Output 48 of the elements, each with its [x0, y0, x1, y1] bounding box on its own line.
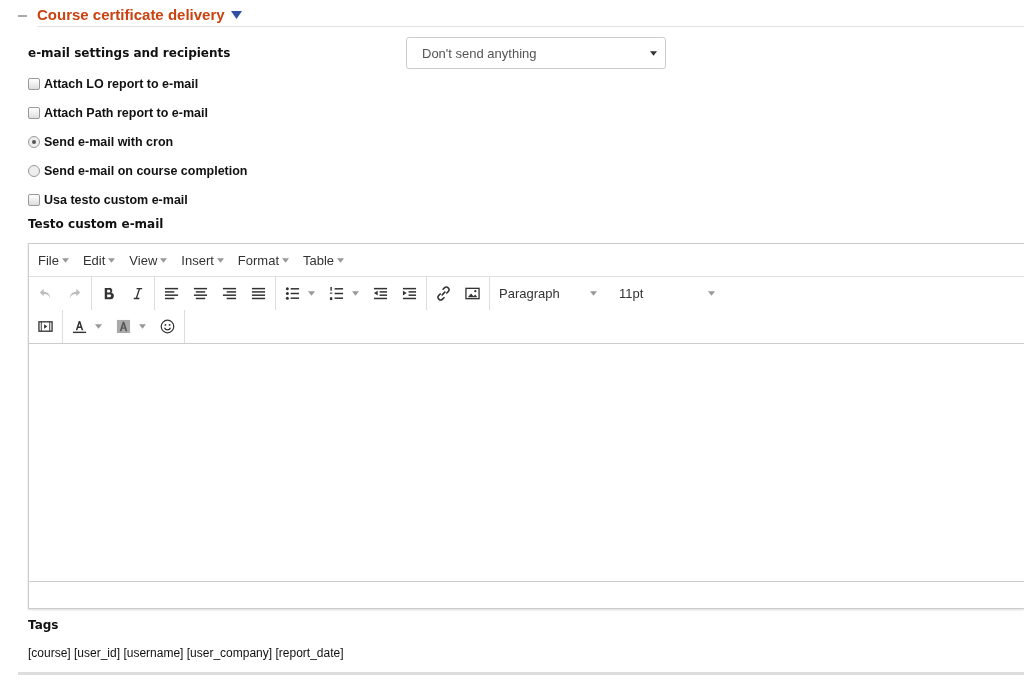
caret-icon: [708, 291, 715, 296]
caret-icon: [61, 257, 69, 263]
link-icon[interactable]: [436, 286, 451, 301]
indent-icon[interactable]: [402, 286, 417, 301]
align-left-icon[interactable]: [164, 286, 179, 301]
radio-button[interactable]: [28, 135, 40, 148]
caret-icon: [337, 257, 345, 263]
align-right-icon[interactable]: [222, 286, 237, 301]
recipients-dropdown[interactable]: Don't send anything: [406, 37, 666, 69]
block-format-dropdown[interactable]: Paragraph: [499, 286, 597, 301]
checkbox[interactable]: [28, 106, 40, 119]
option-label: Send e-mail on course completion: [44, 163, 248, 178]
film-icon[interactable]: [38, 319, 53, 334]
justify-icon[interactable]: [251, 286, 266, 301]
menu-item[interactable]: File: [38, 252, 69, 268]
align-center-icon[interactable]: [193, 286, 208, 301]
caret-icon: [282, 257, 289, 263]
image-icon[interactable]: [465, 286, 480, 301]
highlight-color-icon[interactable]: [116, 319, 131, 334]
option-label: Attach Path report to e-mail: [44, 105, 208, 120]
caret-icon: [108, 257, 116, 263]
caret-icon: [650, 50, 657, 56]
menu-item[interactable]: Insert: [181, 252, 224, 268]
settings-label: e-mail settings and recipients: [28, 46, 232, 60]
caret-icon: [590, 291, 597, 296]
text-color-icon[interactable]: [72, 319, 87, 334]
menu-item[interactable]: Format: [237, 252, 289, 268]
checkbox[interactable]: [28, 77, 40, 90]
caret-icon: [216, 257, 224, 263]
menu-item[interactable]: View: [129, 252, 168, 268]
numbered-list-icon[interactable]: [329, 286, 344, 301]
caret-icon[interactable]: [230, 10, 242, 19]
bullet-list-icon[interactable]: [285, 286, 300, 301]
caret-icon: [160, 257, 168, 263]
section-title[interactable]: Course certificate delivery: [37, 6, 225, 23]
checkbox[interactable]: [28, 193, 40, 206]
outdent-icon[interactable]: [373, 286, 388, 301]
option-label: Usa testo custom e-mail: [44, 192, 188, 207]
emoji-icon[interactable]: [160, 319, 175, 334]
editor-label: Testo custom e-mail: [28, 217, 165, 233]
font-size-dropdown[interactable]: 11pt: [619, 286, 715, 301]
option-label: Send e-mail with cron: [44, 134, 174, 149]
menu-item[interactable]: Table: [303, 252, 345, 268]
option-label: Attach LO report to e-mail: [44, 76, 199, 91]
tags-text: [course] [user_id] [username] [user_company] [report_date]: [28, 646, 345, 660]
menu-item[interactable]: Edit: [82, 252, 116, 268]
tags-label: Tags: [28, 618, 60, 632]
radio-button[interactable]: [28, 164, 40, 177]
